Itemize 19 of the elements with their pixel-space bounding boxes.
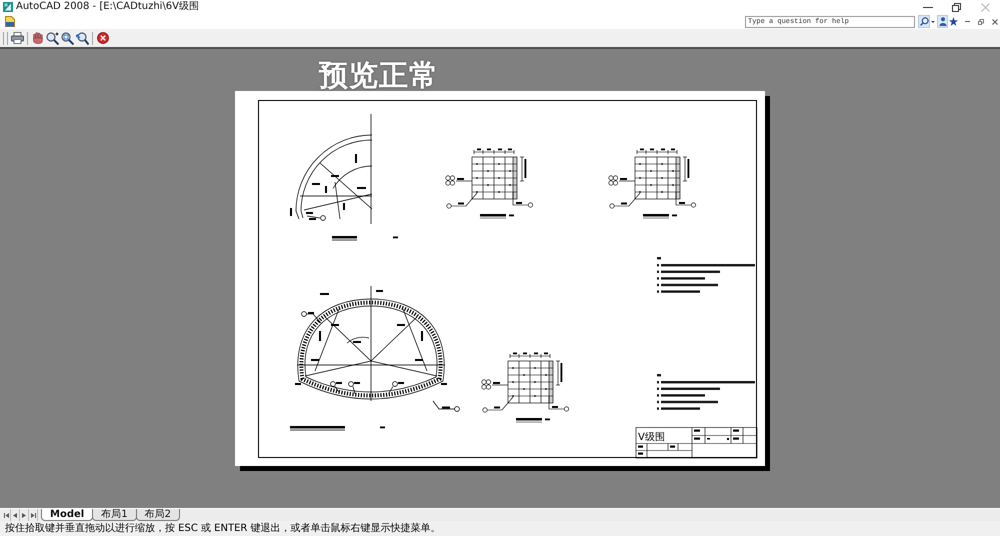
caret-icon[interactable] — [931, 20, 935, 22]
minimize-icon[interactable] — [964, 21, 970, 22]
command-prompt: 按住拾取键并垂直拖动以进行缩放，按 ESC 或 ENTER 键退出，或者单击鼠标右键显示快捷菜单。 — [5, 522, 441, 536]
window-title: AutoCAD 2008 - [E:\CADtuzhi\6Ⅴ级围 — [16, 0, 200, 14]
previous-icon[interactable] — [13, 512, 17, 518]
app-icon — [3, 2, 13, 12]
layout-tab[interactable]: 布局2 — [136, 509, 180, 521]
next-icon[interactable] — [22, 512, 26, 518]
restore-icon[interactable] — [978, 18, 984, 24]
close-icon[interactable] — [992, 18, 998, 24]
first-icon[interactable] — [4, 512, 8, 518]
annotation-text: 预览正常 — [319, 60, 439, 92]
layout-tab[interactable]: Model — [41, 509, 94, 521]
restore-icon[interactable] — [952, 2, 961, 12]
minimize-icon[interactable] — [922, 6, 932, 8]
document-icon — [5, 16, 15, 27]
title-block-label: Ⅴ级围 — [638, 432, 665, 443]
last-icon[interactable] — [30, 512, 36, 518]
layout-tab[interactable]: 布局1 — [92, 509, 137, 521]
